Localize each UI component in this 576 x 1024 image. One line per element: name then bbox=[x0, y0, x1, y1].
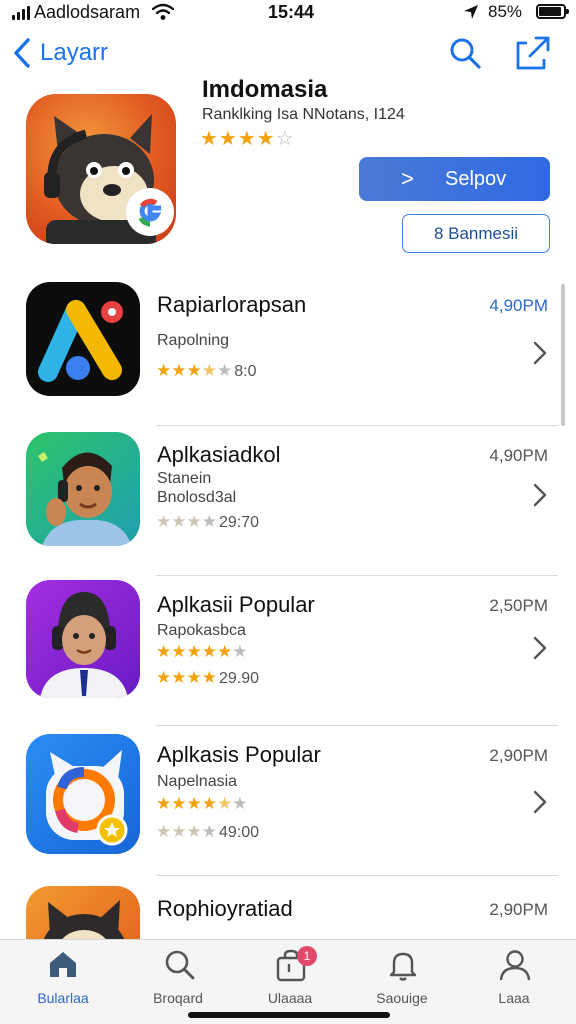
chevron-right-icon[interactable] bbox=[532, 482, 548, 508]
list-item-subtitle-2: Bnolosd3al bbox=[157, 489, 237, 506]
list-item-time: 2,90PM bbox=[489, 746, 548, 765]
tab-label: Saouige bbox=[376, 990, 428, 1006]
primary-action-button[interactable]: > Selpov bbox=[359, 157, 550, 201]
back-label: Layarr bbox=[40, 39, 109, 66]
profile-icon bbox=[499, 950, 531, 981]
search-icon[interactable] bbox=[448, 36, 482, 70]
status-bar: Aadlodsaram 15:44 85% bbox=[0, 0, 576, 26]
list-item-rating-value: 49:00 bbox=[218, 824, 260, 841]
tab-label: Laaa bbox=[498, 990, 530, 1006]
chevron-right-icon[interactable] bbox=[532, 340, 548, 366]
chevron-left-icon bbox=[14, 38, 30, 68]
back-button[interactable]: Layarr bbox=[12, 36, 108, 70]
list-item-subtitle: Rapokasbca bbox=[157, 622, 246, 639]
list-item-rating: ★★★★ 29.90 bbox=[156, 668, 260, 687]
list-item-title: Aplkasiadkol bbox=[157, 442, 281, 467]
app-rating-stars: ★★★★☆ bbox=[200, 128, 295, 150]
location-icon bbox=[464, 5, 478, 19]
app-subtitle: Ranklking Isa NNotans, I124 bbox=[202, 106, 405, 123]
list-app-icon bbox=[26, 282, 140, 396]
carrier-name: Aadlodsaram bbox=[34, 2, 141, 22]
list-item-rating: ★★★★ 29:70 bbox=[156, 512, 260, 531]
divider bbox=[156, 875, 558, 876]
list-item-time: 4,90PM bbox=[489, 296, 548, 315]
signal-icon bbox=[12, 6, 30, 20]
list-app-icon bbox=[26, 580, 140, 698]
status-time: 15:44 bbox=[268, 2, 315, 22]
chevron-right-icon[interactable] bbox=[532, 635, 548, 661]
tab-bag[interactable]: 1 Ulaaaa bbox=[240, 940, 340, 1010]
home-indicator bbox=[188, 1012, 390, 1018]
tab-label: Bularlaa bbox=[37, 990, 89, 1006]
battery-percent: 85% bbox=[488, 2, 523, 21]
home-icon bbox=[50, 952, 76, 977]
list-item-title: Rophioyratiad bbox=[157, 896, 293, 921]
list-item-subtitle: Napelnasia bbox=[157, 773, 238, 790]
secondary-action-button[interactable]: 8 Banmesii bbox=[402, 214, 550, 253]
tab-notifications[interactable]: Saouige bbox=[352, 940, 452, 1010]
tab-label: Ulaaaa bbox=[267, 990, 313, 1006]
list-item-rating: ★★★★ 49:00 bbox=[156, 822, 260, 841]
list-item-title: Aplkasii Popular bbox=[157, 592, 315, 617]
chevron-right-icon: > bbox=[401, 166, 414, 191]
list-item-rating-value: 8:0 bbox=[234, 363, 257, 380]
list-item-rating: ★★★★★ 8:0 bbox=[156, 361, 257, 380]
notification-badge: 1 bbox=[297, 946, 317, 966]
list-item[interactable]: Rapiarlorapsan 4,90PM Rapolning ★★★★★ 8:0 bbox=[0, 276, 576, 426]
list-app-icon bbox=[26, 734, 140, 854]
search-icon bbox=[165, 950, 195, 980]
list-item[interactable]: Aplkasii Popular 2,50PM Rapokasbca ★★★★★… bbox=[0, 576, 576, 726]
list-item-subtitle: Stanein bbox=[157, 470, 212, 487]
app-icon bbox=[26, 94, 176, 244]
list-item-time: 2,50PM bbox=[489, 596, 548, 615]
list-app-icon bbox=[26, 886, 140, 940]
list-item-rating-value: 29.90 bbox=[218, 670, 260, 687]
tab-label: Broqard bbox=[153, 990, 203, 1006]
wifi-icon bbox=[152, 3, 174, 20]
bell-icon bbox=[389, 952, 417, 981]
battery-icon bbox=[536, 4, 569, 19]
chevron-right-icon[interactable] bbox=[532, 789, 548, 815]
primary-action-label: Selpov bbox=[445, 168, 507, 190]
app-title: Imdomasia bbox=[202, 76, 328, 103]
tab-home[interactable]: Bularlaa bbox=[13, 940, 113, 1010]
tab-profile[interactable]: Laaa bbox=[464, 940, 564, 1010]
list-item-title: Aplkasis Popular bbox=[157, 742, 321, 767]
list-item-stars: ★★★★★★ bbox=[156, 794, 248, 813]
list-item-time: 2,90PM bbox=[489, 900, 548, 919]
list-item-stars: ★★★★★★ bbox=[156, 642, 248, 661]
list-item-title: Rapiarlorapsan bbox=[157, 292, 307, 317]
tab-search[interactable]: Broqard bbox=[128, 940, 228, 1010]
list-item-rating-value: 29:70 bbox=[218, 514, 260, 531]
scrollbar[interactable] bbox=[561, 284, 565, 426]
list-app-icon bbox=[26, 432, 140, 546]
list-item[interactable]: Aplkasiadkol 4,90PM Stanein Bnolosd3al ★… bbox=[0, 426, 576, 576]
share-icon[interactable] bbox=[514, 34, 552, 72]
list-item-time: 4,90PM bbox=[489, 446, 548, 465]
list-item-subtitle: Rapolning bbox=[157, 332, 230, 349]
list-item[interactable]: Aplkasis Popular 2,90PM Napelnasia ★★★★★… bbox=[0, 726, 576, 876]
list-item[interactable]: Rophioyratiad 2,90PM bbox=[0, 880, 576, 940]
